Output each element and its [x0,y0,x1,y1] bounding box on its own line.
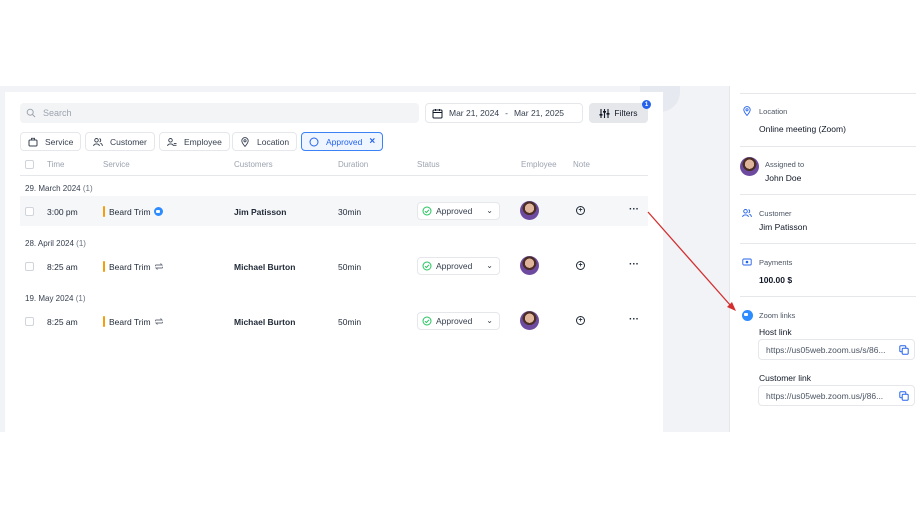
annotation-arrow [647,211,736,311]
